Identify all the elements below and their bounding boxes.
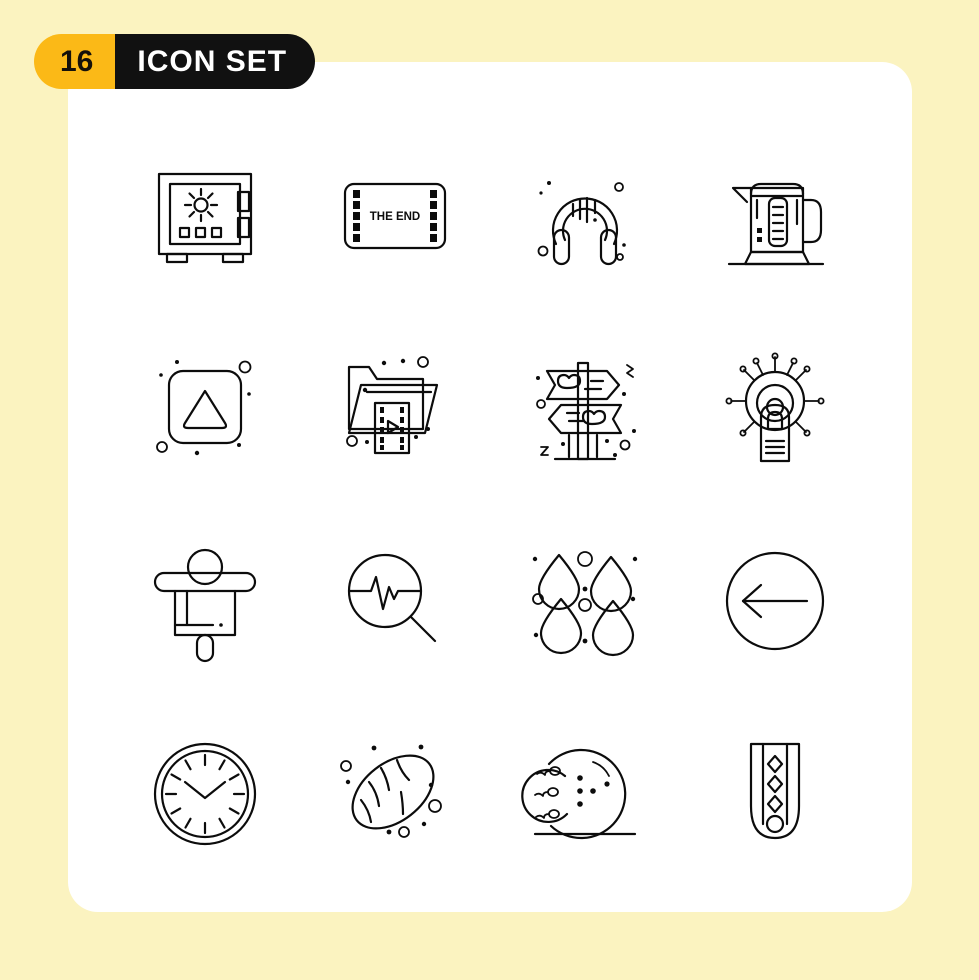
bread-loaf-icon xyxy=(340,744,442,838)
icon-set-title-label: ICON SET xyxy=(115,34,316,89)
necktie-icon xyxy=(749,742,801,839)
icon-cell-back-arrow[interactable] xyxy=(680,505,870,698)
video-folder-icon xyxy=(346,355,439,454)
icon-cell-bread-loaf[interactable] xyxy=(300,698,490,891)
water-drops-icon xyxy=(532,551,638,657)
the-end-film-icon: THE END xyxy=(343,183,447,250)
icon-cell-necktie[interactable] xyxy=(680,698,870,891)
safe-vault-icon xyxy=(157,173,253,264)
icon-cell-the-end-film[interactable]: THE END xyxy=(300,120,490,313)
icon-set-poster: 16 ICON SET THE END xyxy=(0,0,979,980)
icon-set-badge: 16 ICON SET xyxy=(34,34,316,89)
film-end-text: THE END xyxy=(370,211,420,223)
icon-cell-bowling-ball[interactable] xyxy=(490,698,680,891)
bowling-ball-icon xyxy=(521,748,637,839)
icon-cell-signpost[interactable] xyxy=(490,313,680,506)
play-triangle-button-icon xyxy=(156,359,252,455)
pulse-search-icon xyxy=(347,554,437,643)
headphones-icon xyxy=(537,181,626,266)
idea-bulb-tech-icon xyxy=(725,352,825,462)
icon-cell-video-folder[interactable] xyxy=(300,313,490,506)
icon-cell-idea-bulb[interactable] xyxy=(680,313,870,506)
wall-clock-icon xyxy=(153,742,257,845)
scarecrow-icon xyxy=(153,549,257,663)
icon-cell-wall-clock[interactable] xyxy=(110,698,300,891)
icon-cell-pulse-search[interactable] xyxy=(300,505,490,698)
icon-cell-kettle[interactable] xyxy=(680,120,870,313)
back-arrow-circle-icon xyxy=(725,552,825,651)
icon-cell-headphones[interactable] xyxy=(490,120,680,313)
icon-cell-scarecrow[interactable] xyxy=(110,505,300,698)
icon-cell-water-drops[interactable] xyxy=(490,505,680,698)
icon-grid: THE END xyxy=(110,120,870,890)
icon-cell-play-button[interactable] xyxy=(110,313,300,506)
icon-count-label: 16 xyxy=(34,34,116,89)
icon-cell-safe-vault[interactable] xyxy=(110,120,300,313)
direction-signpost-icon xyxy=(536,361,636,460)
electric-kettle-icon xyxy=(727,183,825,266)
